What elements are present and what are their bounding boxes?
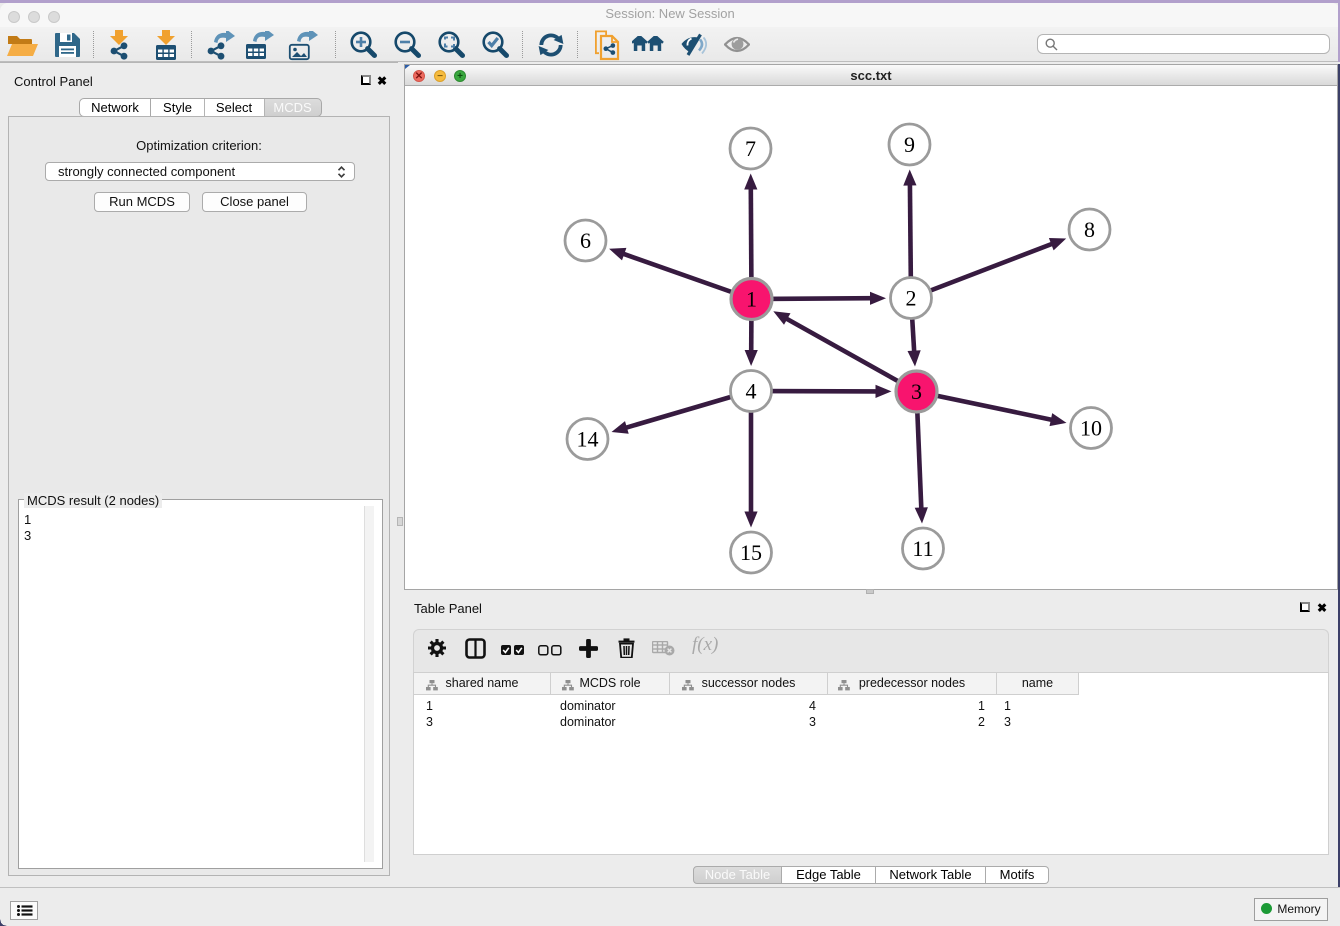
svg-text:4: 4 bbox=[746, 379, 757, 404]
svg-text:8: 8 bbox=[1084, 217, 1095, 242]
svg-text:15: 15 bbox=[740, 540, 762, 565]
svg-text:6: 6 bbox=[580, 228, 591, 253]
svg-text:2: 2 bbox=[906, 286, 917, 311]
svg-text:1: 1 bbox=[746, 287, 757, 312]
svg-text:10: 10 bbox=[1080, 416, 1102, 441]
svg-text:14: 14 bbox=[577, 427, 599, 452]
svg-text:7: 7 bbox=[745, 136, 756, 161]
svg-text:11: 11 bbox=[912, 536, 933, 561]
svg-text:9: 9 bbox=[904, 132, 915, 157]
svg-text:3: 3 bbox=[911, 379, 922, 404]
